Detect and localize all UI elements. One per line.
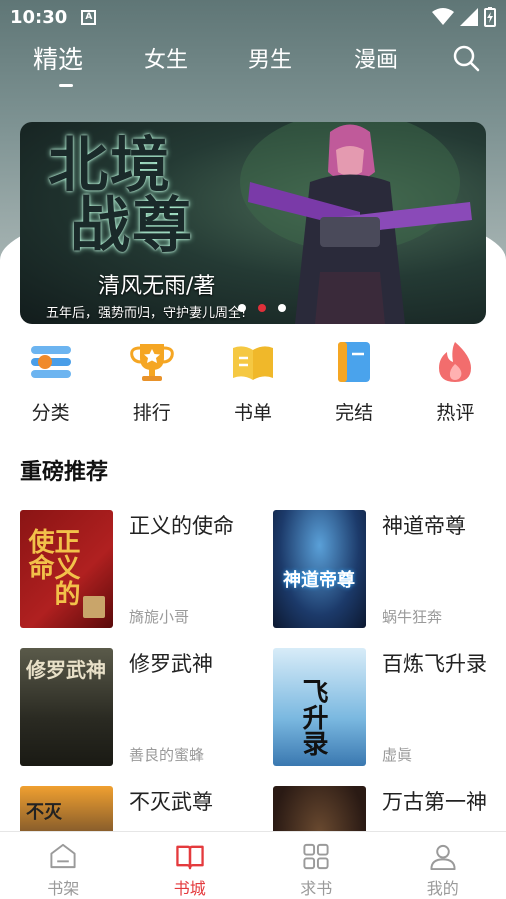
book-title: 万古第一神 bbox=[382, 790, 487, 814]
pagination-dot[interactable] bbox=[278, 304, 286, 312]
nav-profile[interactable]: 我的 bbox=[380, 832, 506, 899]
book-title: 修罗武神 bbox=[129, 652, 213, 676]
book-author: 旖旎小哥 bbox=[129, 608, 190, 626]
status-time: 10:30 bbox=[10, 6, 68, 28]
quick-menu: 分类 排行 书单 完结 热评 bbox=[0, 334, 506, 430]
book-list-icon bbox=[232, 346, 273, 380]
signal-icon bbox=[460, 8, 478, 26]
section-title: 重磅推荐 bbox=[20, 460, 109, 485]
book-author: 蜗牛狂奔 bbox=[382, 608, 443, 626]
grid-icon bbox=[303, 843, 329, 870]
user-icon bbox=[430, 844, 456, 871]
tab-indicator bbox=[59, 84, 73, 87]
book-cover: 修罗武神 bbox=[20, 648, 113, 766]
bottom-nav: 书架 书城 求书 我的 bbox=[0, 831, 506, 899]
menu-ranking[interactable]: 排行 bbox=[101, 334, 202, 430]
book-title: 正义的使命 bbox=[129, 514, 234, 538]
nav-request-book[interactable]: 求书 bbox=[253, 832, 380, 899]
menu-finished[interactable]: 完结 bbox=[304, 334, 405, 430]
flame-icon bbox=[439, 342, 472, 382]
nav-bookshelf[interactable]: 书架 bbox=[0, 832, 127, 899]
book-card[interactable]: 修罗武神 修罗武神 善良的蜜蜂 bbox=[20, 648, 240, 766]
notification-icon: A bbox=[81, 9, 97, 25]
menu-category[interactable]: 分类 bbox=[0, 334, 101, 430]
banner-pagination bbox=[238, 304, 286, 312]
book-card[interactable]: 神道帝尊 神道帝尊 蜗牛狂奔 bbox=[273, 510, 493, 628]
book-author: 虚眞 bbox=[382, 746, 413, 764]
search-icon[interactable] bbox=[452, 44, 480, 72]
tab-male[interactable]: 男生 bbox=[248, 42, 292, 74]
channel-tabs: 精选 女生 男生 漫画 bbox=[0, 36, 506, 88]
book-author: 善良的蜜蜂 bbox=[129, 746, 205, 764]
banner-character-art bbox=[240, 122, 472, 324]
pagination-dot[interactable] bbox=[238, 304, 246, 312]
trophy-icon bbox=[129, 344, 174, 381]
tab-female[interactable]: 女生 bbox=[144, 42, 188, 74]
book-card[interactable]: 正义的使命 正义的使命 旖旎小哥 bbox=[20, 510, 240, 628]
promo-banner[interactable]: 北境 战尊 清风无雨/著 五年后，强势而归，守护妻儿周全! bbox=[20, 122, 486, 324]
book-title: 神道帝尊 bbox=[382, 514, 466, 538]
menu-booklist[interactable]: 书单 bbox=[202, 334, 303, 430]
book-cover: 正义的使命 bbox=[20, 510, 113, 628]
book-title: 不灭武尊 bbox=[129, 790, 213, 814]
book-card[interactable]: 飞升录 百炼飞升录 虚眞 bbox=[273, 648, 493, 766]
battery-icon bbox=[484, 7, 496, 27]
open-book-icon bbox=[176, 845, 204, 870]
pagination-dot-active[interactable] bbox=[258, 304, 266, 312]
book-title: 百炼飞升录 bbox=[382, 652, 487, 676]
book-cover: 飞升录 bbox=[273, 648, 366, 766]
bookshelf-icon bbox=[50, 843, 76, 869]
banner-title: 北境 战尊 bbox=[48, 131, 194, 261]
tab-featured[interactable]: 精选 bbox=[33, 40, 83, 76]
banner-tagline: 五年后，强势而归，守护妻儿周全! bbox=[46, 306, 247, 321]
tab-comics[interactable]: 漫画 bbox=[354, 42, 398, 74]
status-bar: 10:30 A bbox=[0, 0, 506, 34]
wifi-icon bbox=[432, 8, 454, 25]
status-icons bbox=[432, 7, 496, 27]
banner-author: 清风无雨/著 bbox=[98, 274, 216, 299]
book-cover: 神道帝尊 bbox=[273, 510, 366, 628]
category-icon bbox=[30, 346, 71, 378]
nav-bookstore[interactable]: 书城 bbox=[127, 832, 254, 899]
menu-hot-reviews[interactable]: 热评 bbox=[405, 334, 506, 430]
finished-book-icon bbox=[338, 342, 371, 382]
